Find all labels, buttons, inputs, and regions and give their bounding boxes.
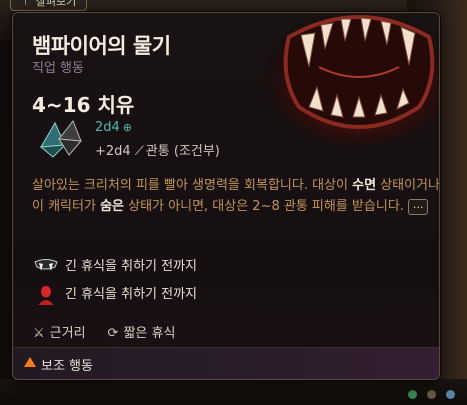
spell-properties: ⚔ 근거리 ⟳ 짧은 휴식 [33,322,175,341]
condition-row: 긴 휴식을 취하기 전까지 [33,255,197,277]
keyword-sleep[interactable]: 수면 [352,178,376,193]
examine-icon: ⊤ [21,0,30,8]
spell-tooltip: 뱀파이어의 물기 직업 행동 4~16 치유 2d4 ⊕ +2d4 ⟋ 관통 (조건부… [12,12,440,380]
spell-description: 살아있는 크리처의 피를 빨아 생명력을 회복합니다. 대상이 수면 상태이거나… [32,175,439,217]
action-type-footer: 보조 행동 [13,347,439,379]
range-label: 근거리 [49,326,86,341]
short-rest-icon: ⟳ [107,326,119,341]
game-background-bottom [0,379,467,405]
bonus-action-icon [24,357,36,367]
hud-indicator-icon [427,390,436,399]
condition-row: 긴 휴식을 취하기 전까지 [33,283,197,305]
heal-amount: 4~16 치유 [32,93,135,117]
red-head-icon [38,285,54,305]
action-type-label: 보조 행동 [41,359,93,374]
hud-indicator-icon [446,390,455,399]
bonus-dice: +2d4 [95,144,131,159]
description-text: 살아있는 크리처의 피를 빨아 생명력을 회복합니다. 대상이 [32,178,353,193]
vampire-mouth-icon [264,13,439,145]
fangs-icon [34,258,58,271]
hud-indicator-icon [408,390,417,399]
condition-text: 긴 휴식을 취하기 전까지 [65,287,197,302]
hud-indicators [408,390,455,399]
keyword-hidden[interactable]: 숨은 [100,199,124,214]
dice-info-icon[interactable]: ⊕ [123,121,132,134]
dice-value: 2d4 [95,120,120,135]
bonus-damage: +2d4 ⟋ 관통 (조건부) [95,140,220,159]
d4-dice-icon [39,120,83,158]
spell-title: 뱀파이어의 물기 [32,34,171,58]
examine-tab-label: 살펴보기 [35,0,77,8]
examine-tab[interactable]: ⊤ 살펴보기 [10,0,88,11]
description-text: 상태가 아니면, 대상은 2~8 관통 피해를 받습니다. [124,199,404,214]
damage-type: 관통 (조건부) [145,144,220,159]
recharge-label: 짧은 휴식 [123,326,176,341]
condition-text: 긴 휴식을 취하기 전까지 [65,259,197,274]
melee-icon: ⚔ [33,326,45,341]
piercing-icon: ⟋ [134,144,144,159]
more-button[interactable]: ... [407,198,429,215]
spell-category: 직업 행동 [32,61,84,76]
dice-formula: 2d4 ⊕ [95,120,132,135]
